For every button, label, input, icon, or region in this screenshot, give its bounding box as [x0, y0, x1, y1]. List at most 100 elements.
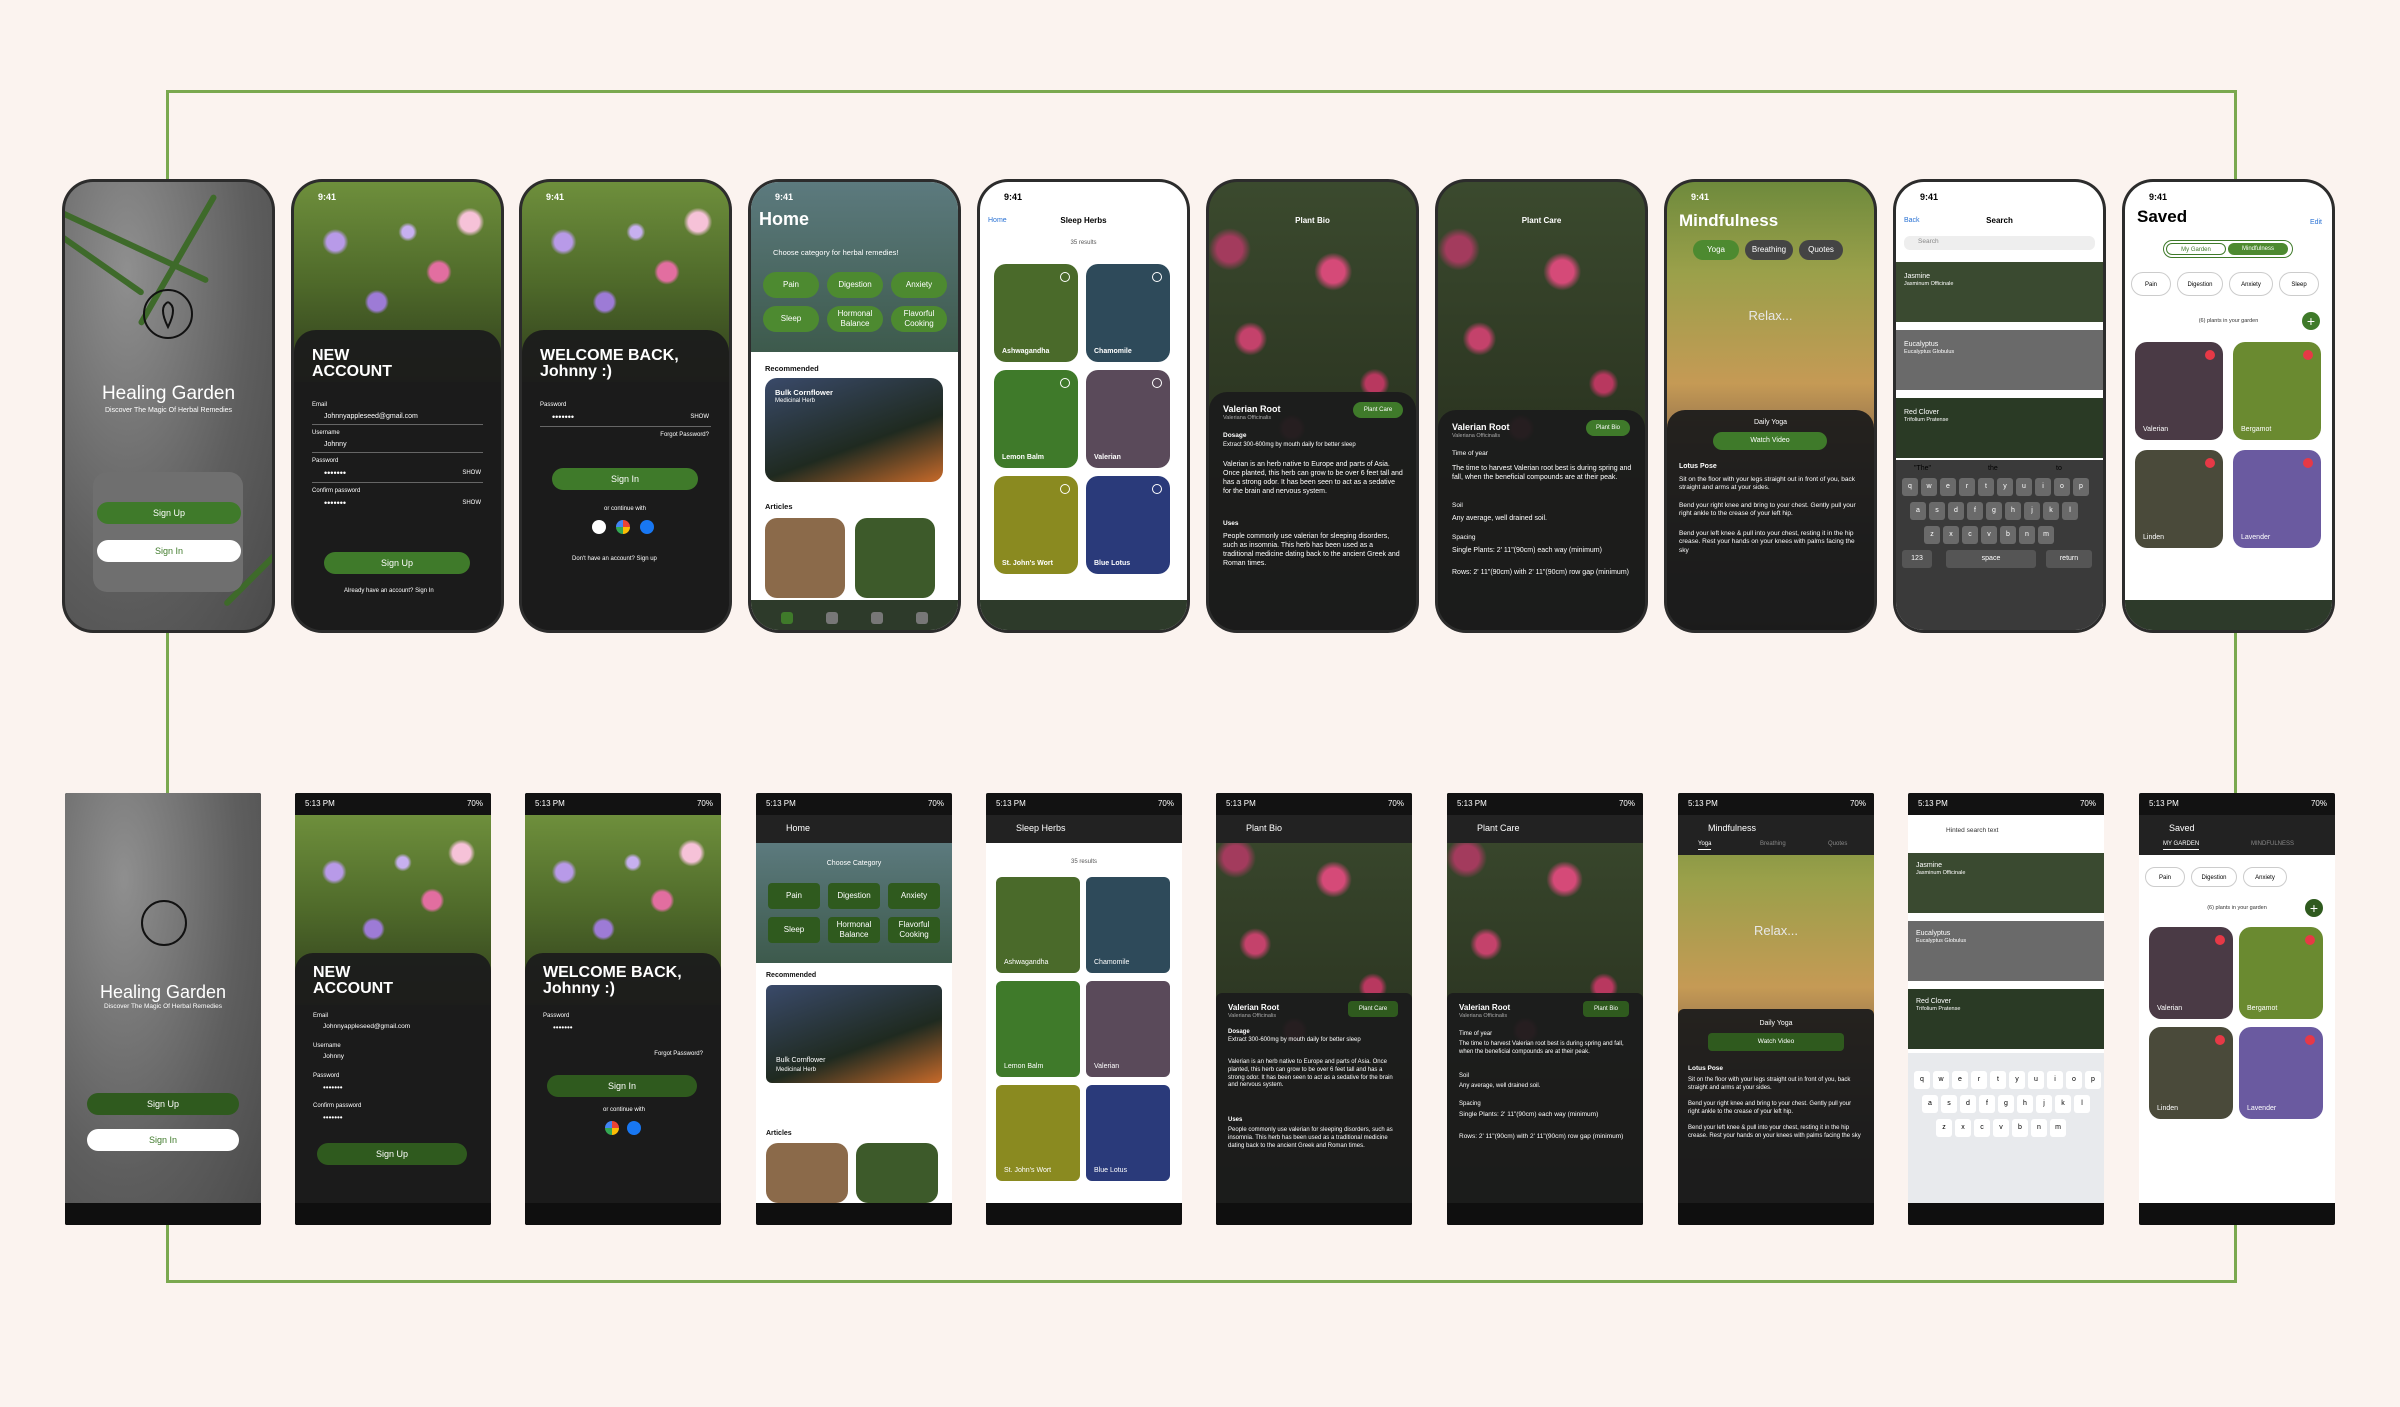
- category-sleep[interactable]: Sleep: [768, 917, 820, 943]
- tab-quotes[interactable]: Quotes: [1828, 841, 1847, 849]
- signin-link[interactable]: Sign In: [415, 588, 434, 594]
- saved-plant-card[interactable]: Linden: [2149, 1027, 2233, 1119]
- username-field[interactable]: Johnny: [323, 1053, 344, 1061]
- saved-plant-card[interactable]: Bergamot: [2239, 927, 2323, 1019]
- category-hormonal[interactable]: Hormonal Balance: [827, 306, 883, 332]
- saved-plant-card[interactable]: Bergamot: [2233, 342, 2321, 440]
- password-field[interactable]: •••••••: [323, 1083, 343, 1093]
- add-plant-button[interactable]: +: [2302, 312, 2320, 330]
- saved-plant-card[interactable]: Lavender: [2233, 450, 2321, 548]
- key-h[interactable]: h: [2005, 502, 2021, 520]
- google-icon[interactable]: [605, 1121, 619, 1135]
- search-input[interactable]: Hinted search text: [1916, 821, 2096, 843]
- signin-button[interactable]: Sign In: [87, 1129, 239, 1151]
- herb-card[interactable]: Ashwagandha: [996, 877, 1080, 973]
- key-k[interactable]: k: [2055, 1095, 2071, 1113]
- saved-plant-card[interactable]: Valerian: [2149, 927, 2233, 1019]
- key-u[interactable]: u: [2028, 1071, 2044, 1089]
- key-e[interactable]: e: [1940, 478, 1956, 496]
- article-card[interactable]: [765, 518, 845, 598]
- username-field[interactable]: Johnny: [324, 440, 347, 449]
- tab-search[interactable]: [871, 612, 883, 624]
- key-l[interactable]: l: [2062, 502, 2078, 520]
- key-j[interactable]: j: [2024, 502, 2040, 520]
- category-hormonal[interactable]: Hormonal Balance: [828, 917, 880, 943]
- apple-icon[interactable]: [592, 520, 606, 534]
- filter-sleep[interactable]: Sleep: [2279, 272, 2319, 296]
- key-s[interactable]: s: [1929, 502, 1945, 520]
- signup-submit-button[interactable]: Sign Up: [324, 552, 470, 574]
- key-n[interactable]: n: [2019, 526, 2035, 544]
- category-anxiety[interactable]: Anxiety: [891, 272, 947, 298]
- key-k[interactable]: k: [2043, 502, 2059, 520]
- search-result[interactable]: Jasmine Jasminum Officinale: [1896, 262, 2103, 322]
- email-field[interactable]: Johnnyappleseed@gmail.com: [324, 412, 418, 421]
- key-d[interactable]: d: [1948, 502, 1964, 520]
- herb-card[interactable]: Lemon Balm: [994, 370, 1078, 468]
- key-v[interactable]: v: [1993, 1119, 2009, 1137]
- search-result[interactable]: Eucalyptus Eucalyptus Globulus: [1908, 921, 2104, 981]
- key-p[interactable]: p: [2073, 478, 2089, 496]
- signup-submit-button[interactable]: Sign Up: [317, 1143, 467, 1165]
- herb-card[interactable]: Blue Lotus: [1086, 1085, 1170, 1181]
- key-t[interactable]: t: [1978, 478, 1994, 496]
- forgot-password-link[interactable]: Forgot Password?: [654, 1051, 703, 1059]
- herb-card[interactable]: Blue Lotus: [1086, 476, 1170, 574]
- key-o[interactable]: o: [2066, 1071, 2082, 1089]
- filter-digestion[interactable]: Digestion: [2191, 867, 2237, 887]
- signin-submit-button[interactable]: Sign In: [547, 1075, 697, 1097]
- key-f[interactable]: f: [1967, 502, 1983, 520]
- herb-card[interactable]: Chamomile: [1086, 264, 1170, 362]
- key-v[interactable]: v: [1981, 526, 1997, 544]
- tab-yoga[interactable]: Yoga: [1693, 240, 1739, 260]
- tab-my-garden[interactable]: My Garden: [2166, 243, 2226, 255]
- tab-breathing[interactable]: Breathing: [1760, 841, 1786, 849]
- herb-card[interactable]: Valerian: [1086, 981, 1170, 1077]
- plant-care-chip[interactable]: Plant Care: [1348, 1001, 1398, 1017]
- key-r[interactable]: r: [1971, 1071, 1987, 1089]
- key-k123[interactable]: 123: [1902, 550, 1932, 568]
- recommended-card[interactable]: Bulk Cornflower Medicinal Herb: [766, 985, 942, 1083]
- key-h[interactable]: h: [2017, 1095, 2033, 1113]
- key-a[interactable]: a: [1922, 1095, 1938, 1113]
- herb-card[interactable]: St. John's Wort: [994, 476, 1078, 574]
- tab-explore[interactable]: [916, 612, 928, 624]
- signup-button[interactable]: Sign Up: [87, 1093, 239, 1115]
- watch-video-button[interactable]: Watch Video: [1713, 432, 1827, 450]
- key-z[interactable]: z: [1924, 526, 1940, 544]
- category-anxiety[interactable]: Anxiety: [888, 883, 940, 909]
- edit-button[interactable]: Edit: [2310, 218, 2322, 227]
- facebook-icon[interactable]: [627, 1121, 641, 1135]
- key-b[interactable]: b: [2000, 526, 2016, 544]
- search-result[interactable]: Red Clover Trifolium Pratense: [1896, 398, 2103, 458]
- tab-my-garden[interactable]: MY GARDEN: [2163, 841, 2200, 850]
- herb-card[interactable]: St. John's Wort: [996, 1085, 1080, 1181]
- confirm-field[interactable]: •••••••: [324, 498, 346, 510]
- signup-button[interactable]: Sign Up: [97, 502, 241, 524]
- category-pain[interactable]: Pain: [763, 272, 819, 298]
- facebook-icon[interactable]: [640, 520, 654, 534]
- signin-button[interactable]: Sign In: [97, 540, 241, 562]
- key-ret[interactable]: return: [2046, 550, 2092, 568]
- key-e[interactable]: e: [1952, 1071, 1968, 1089]
- password-field[interactable]: •••••••: [324, 468, 346, 480]
- category-cooking[interactable]: Flavorful Cooking: [888, 917, 940, 943]
- search-result[interactable]: Red Clover Trifolium Pratense: [1908, 989, 2104, 1049]
- password-field[interactable]: •••••••: [553, 1023, 573, 1033]
- filter-anxiety[interactable]: Anxiety: [2243, 867, 2287, 887]
- watch-video-button[interactable]: Watch Video: [1708, 1033, 1844, 1051]
- key-b[interactable]: b: [2012, 1119, 2028, 1137]
- google-icon[interactable]: [616, 520, 630, 534]
- herb-card[interactable]: Valerian: [1086, 370, 1170, 468]
- category-digestion[interactable]: Digestion: [828, 883, 880, 909]
- key-q[interactable]: q: [1914, 1071, 1930, 1089]
- key-s[interactable]: s: [1941, 1095, 1957, 1113]
- key-g[interactable]: g: [1998, 1095, 2014, 1113]
- saved-plant-card[interactable]: Linden: [2135, 450, 2223, 548]
- filter-anxiety[interactable]: Anxiety: [2229, 272, 2273, 296]
- key-p[interactable]: p: [2085, 1071, 2101, 1089]
- herb-card[interactable]: Lemon Balm: [996, 981, 1080, 1077]
- show-password-button[interactable]: SHOW: [690, 414, 709, 422]
- filter-digestion[interactable]: Digestion: [2177, 272, 2223, 296]
- key-w[interactable]: w: [1933, 1071, 1949, 1089]
